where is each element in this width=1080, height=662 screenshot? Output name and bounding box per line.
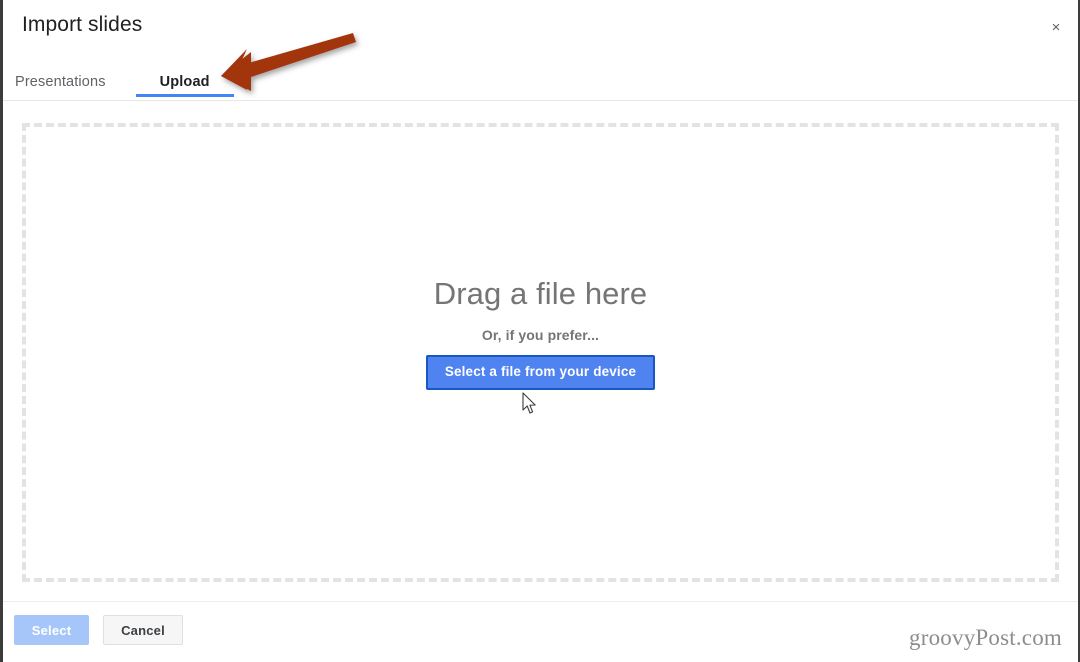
dropzone-subtext: Or, if you prefer... (481, 327, 600, 344)
cancel-button[interactable]: Cancel (103, 615, 183, 645)
select-button[interactable]: Select (14, 615, 89, 645)
dropzone-content: Drag a file here Or, if you prefer... Se… (425, 276, 656, 390)
dropzone-headline: Drag a file here (433, 276, 648, 312)
tab-active-indicator (135, 94, 234, 97)
dialog-body: Drag a file here Or, if you prefer... Se… (3, 101, 1078, 601)
close-icon[interactable]: × (1042, 13, 1070, 41)
dialog-footer: Select Cancel groovyPost.com (3, 601, 1078, 662)
file-dropzone[interactable]: Drag a file here Or, if you prefer... Se… (22, 123, 1059, 582)
tab-upload[interactable]: Upload (135, 59, 234, 101)
dialog-header: Import slides × Presentations Upload (3, 0, 1078, 101)
tab-upload-label: Upload (159, 73, 210, 90)
tab-presentations-label: Presentations (15, 73, 106, 90)
import-slides-dialog: Import slides × Presentations Upload Dra… (0, 0, 1080, 662)
page-title: Import slides (22, 13, 143, 36)
watermark: groovyPost.com (909, 625, 1062, 650)
tab-presentations[interactable]: Presentations (3, 59, 136, 101)
tab-bar: Presentations Upload (3, 59, 234, 101)
select-file-from-device-button[interactable]: Select a file from your device (425, 355, 656, 390)
